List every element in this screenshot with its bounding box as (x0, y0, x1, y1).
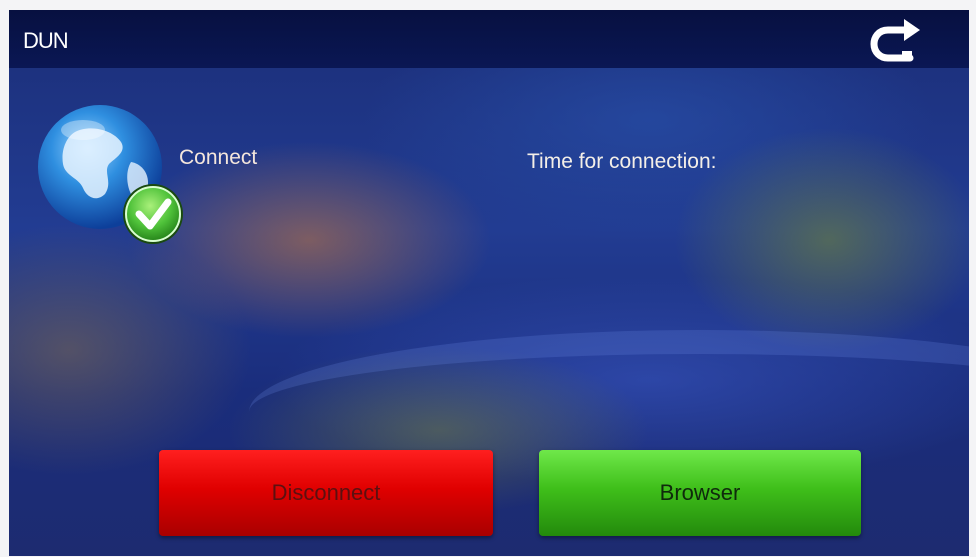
browser-button-label: Browser (659, 480, 741, 505)
return-arrow-icon (870, 19, 920, 62)
browser-button[interactable]: Browser (539, 450, 861, 536)
globe-check-icon (38, 105, 183, 244)
connection-time-label: Time for connection: (527, 150, 717, 173)
page-title: DUN (23, 28, 69, 53)
connection-status-text: Connect (179, 146, 258, 169)
disconnect-button-label: Disconnect (271, 480, 381, 505)
dun-screen: DUN Connect Time for connection: Disconn… (9, 10, 969, 556)
connection-status-icon (35, 102, 185, 252)
title-bar: DUN (9, 10, 969, 68)
back-button[interactable] (861, 18, 931, 62)
disconnect-button[interactable]: Disconnect (159, 450, 493, 536)
